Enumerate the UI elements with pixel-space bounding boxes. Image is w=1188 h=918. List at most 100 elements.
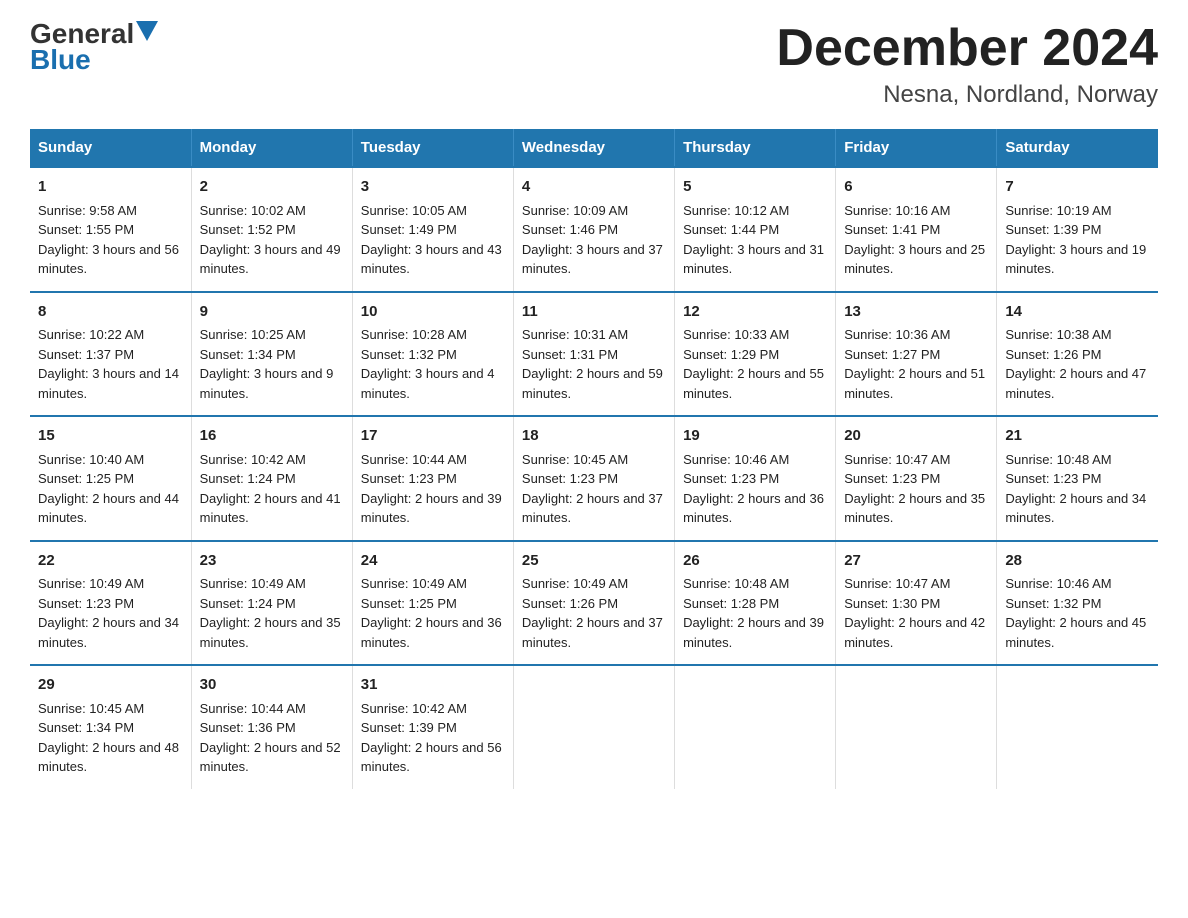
day-number: 11	[522, 301, 666, 324]
day-number: 19	[683, 425, 827, 448]
day-daylight: Daylight: 3 hours and 56 minutes.	[38, 242, 179, 277]
day-number: 24	[361, 550, 505, 573]
day-sunrise: Sunrise: 10:16 AM	[844, 203, 950, 218]
day-number: 10	[361, 301, 505, 324]
day-cell: 8 Sunrise: 10:22 AM Sunset: 1:37 PM Dayl…	[30, 292, 191, 417]
day-number: 23	[200, 550, 344, 573]
day-cell: 9 Sunrise: 10:25 AM Sunset: 1:34 PM Dayl…	[191, 292, 352, 417]
day-sunrise: Sunrise: 10:05 AM	[361, 203, 467, 218]
day-sunrise: Sunrise: 10:42 AM	[200, 452, 306, 467]
day-cell: 13 Sunrise: 10:36 AM Sunset: 1:27 PM Day…	[836, 292, 997, 417]
day-cell: 25 Sunrise: 10:49 AM Sunset: 1:26 PM Day…	[513, 541, 674, 666]
day-daylight: Daylight: 3 hours and 43 minutes.	[361, 242, 502, 277]
day-cell: 5 Sunrise: 10:12 AM Sunset: 1:44 PM Dayl…	[675, 167, 836, 292]
day-daylight: Daylight: 3 hours and 25 minutes.	[844, 242, 985, 277]
day-sunset: Sunset: 1:41 PM	[844, 222, 940, 237]
day-daylight: Daylight: 2 hours and 44 minutes.	[38, 491, 179, 526]
day-cell: 30 Sunrise: 10:44 AM Sunset: 1:36 PM Day…	[191, 665, 352, 789]
day-cell: 20 Sunrise: 10:47 AM Sunset: 1:23 PM Day…	[836, 416, 997, 541]
day-cell: 14 Sunrise: 10:38 AM Sunset: 1:26 PM Day…	[997, 292, 1158, 417]
day-daylight: Daylight: 2 hours and 51 minutes.	[844, 366, 985, 401]
day-sunrise: Sunrise: 10:47 AM	[844, 576, 950, 591]
day-cell: 27 Sunrise: 10:47 AM Sunset: 1:30 PM Day…	[836, 541, 997, 666]
day-sunrise: Sunrise: 10:38 AM	[1005, 327, 1111, 342]
day-cell: 10 Sunrise: 10:28 AM Sunset: 1:32 PM Day…	[352, 292, 513, 417]
day-number: 3	[361, 176, 505, 199]
day-sunset: Sunset: 1:24 PM	[200, 596, 296, 611]
day-sunset: Sunset: 1:32 PM	[1005, 596, 1101, 611]
day-daylight: Daylight: 2 hours and 36 minutes.	[361, 615, 502, 650]
day-cell: 29 Sunrise: 10:45 AM Sunset: 1:34 PM Day…	[30, 665, 191, 789]
day-number: 21	[1005, 425, 1150, 448]
day-number: 15	[38, 425, 183, 448]
day-sunrise: Sunrise: 10:22 AM	[38, 327, 144, 342]
day-sunrise: Sunrise: 10:45 AM	[38, 701, 144, 716]
day-sunrise: Sunrise: 10:42 AM	[361, 701, 467, 716]
day-number: 4	[522, 176, 666, 199]
day-sunset: Sunset: 1:23 PM	[844, 471, 940, 486]
day-sunrise: Sunrise: 10:12 AM	[683, 203, 789, 218]
day-sunrise: Sunrise: 9:58 AM	[38, 203, 137, 218]
header-tuesday: Tuesday	[352, 129, 513, 167]
day-sunset: Sunset: 1:23 PM	[522, 471, 618, 486]
week-row-2: 8 Sunrise: 10:22 AM Sunset: 1:37 PM Dayl…	[30, 292, 1158, 417]
header-monday: Monday	[191, 129, 352, 167]
day-daylight: Daylight: 2 hours and 48 minutes.	[38, 740, 179, 775]
day-number: 13	[844, 301, 988, 324]
day-cell: 22 Sunrise: 10:49 AM Sunset: 1:23 PM Day…	[30, 541, 191, 666]
day-daylight: Daylight: 3 hours and 9 minutes.	[200, 366, 334, 401]
day-sunrise: Sunrise: 10:48 AM	[683, 576, 789, 591]
day-sunset: Sunset: 1:23 PM	[38, 596, 134, 611]
day-daylight: Daylight: 2 hours and 39 minutes.	[683, 615, 824, 650]
day-daylight: Daylight: 2 hours and 34 minutes.	[1005, 491, 1146, 526]
day-sunset: Sunset: 1:29 PM	[683, 347, 779, 362]
day-sunrise: Sunrise: 10:48 AM	[1005, 452, 1111, 467]
day-sunrise: Sunrise: 10:40 AM	[38, 452, 144, 467]
day-sunrise: Sunrise: 10:49 AM	[522, 576, 628, 591]
day-cell: 19 Sunrise: 10:46 AM Sunset: 1:23 PM Day…	[675, 416, 836, 541]
day-sunset: Sunset: 1:24 PM	[200, 471, 296, 486]
day-daylight: Daylight: 3 hours and 31 minutes.	[683, 242, 824, 277]
day-cell: 24 Sunrise: 10:49 AM Sunset: 1:25 PM Day…	[352, 541, 513, 666]
day-cell: 1 Sunrise: 9:58 AM Sunset: 1:55 PM Dayli…	[30, 167, 191, 292]
day-cell: 17 Sunrise: 10:44 AM Sunset: 1:23 PM Day…	[352, 416, 513, 541]
day-sunset: Sunset: 1:32 PM	[361, 347, 457, 362]
day-sunrise: Sunrise: 10:28 AM	[361, 327, 467, 342]
day-number: 28	[1005, 550, 1150, 573]
day-sunset: Sunset: 1:25 PM	[361, 596, 457, 611]
day-sunrise: Sunrise: 10:44 AM	[361, 452, 467, 467]
day-cell: 12 Sunrise: 10:33 AM Sunset: 1:29 PM Day…	[675, 292, 836, 417]
day-number: 5	[683, 176, 827, 199]
day-number: 14	[1005, 301, 1150, 324]
day-cell: 11 Sunrise: 10:31 AM Sunset: 1:31 PM Day…	[513, 292, 674, 417]
day-cell: 23 Sunrise: 10:49 AM Sunset: 1:24 PM Day…	[191, 541, 352, 666]
day-number: 27	[844, 550, 988, 573]
day-number: 30	[200, 674, 344, 697]
day-sunrise: Sunrise: 10:46 AM	[1005, 576, 1111, 591]
day-sunset: Sunset: 1:39 PM	[1005, 222, 1101, 237]
day-sunset: Sunset: 1:23 PM	[361, 471, 457, 486]
day-sunset: Sunset: 1:26 PM	[1005, 347, 1101, 362]
day-daylight: Daylight: 2 hours and 35 minutes.	[200, 615, 341, 650]
day-number: 12	[683, 301, 827, 324]
day-sunrise: Sunrise: 10:33 AM	[683, 327, 789, 342]
day-cell: 28 Sunrise: 10:46 AM Sunset: 1:32 PM Day…	[997, 541, 1158, 666]
day-number: 2	[200, 176, 344, 199]
header-wednesday: Wednesday	[513, 129, 674, 167]
day-sunset: Sunset: 1:34 PM	[38, 720, 134, 735]
day-daylight: Daylight: 2 hours and 37 minutes.	[522, 491, 663, 526]
day-cell: 7 Sunrise: 10:19 AM Sunset: 1:39 PM Dayl…	[997, 167, 1158, 292]
day-sunrise: Sunrise: 10:49 AM	[361, 576, 467, 591]
day-daylight: Daylight: 2 hours and 41 minutes.	[200, 491, 341, 526]
day-sunrise: Sunrise: 10:45 AM	[522, 452, 628, 467]
day-daylight: Daylight: 2 hours and 59 minutes.	[522, 366, 663, 401]
day-sunset: Sunset: 1:27 PM	[844, 347, 940, 362]
day-cell	[513, 665, 674, 789]
day-sunset: Sunset: 1:44 PM	[683, 222, 779, 237]
day-daylight: Daylight: 2 hours and 55 minutes.	[683, 366, 824, 401]
day-number: 26	[683, 550, 827, 573]
day-daylight: Daylight: 2 hours and 42 minutes.	[844, 615, 985, 650]
title-block: December 2024 Nesna, Nordland, Norway	[776, 20, 1158, 109]
day-sunrise: Sunrise: 10:47 AM	[844, 452, 950, 467]
day-sunrise: Sunrise: 10:02 AM	[200, 203, 306, 218]
